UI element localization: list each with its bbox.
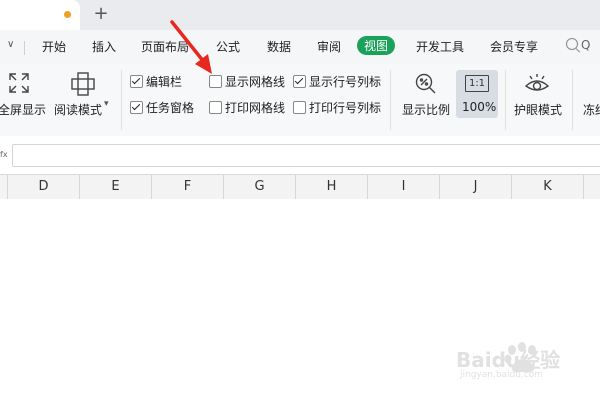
column-header-g[interactable]: G	[224, 175, 296, 199]
formula-bar: fx	[0, 136, 600, 174]
eye-protection-button[interactable]: 护眼模式	[514, 101, 562, 118]
column-header-f[interactable]: F	[152, 175, 224, 199]
show-headings-checkbox[interactable]	[293, 75, 306, 88]
formula-input[interactable]	[12, 144, 600, 167]
column-header-e[interactable]: E	[80, 175, 152, 199]
row-header-corner[interactable]	[0, 175, 8, 199]
zoom-ratio-icon[interactable]	[414, 72, 438, 96]
tab-member[interactable]: 会员专享	[490, 38, 538, 55]
unsaved-dot-icon	[64, 11, 71, 18]
tab-developer[interactable]: 开发工具	[416, 38, 464, 55]
print-gridlines-label: 打印网格线	[225, 101, 286, 115]
watermark-brand: Baidu经验	[456, 348, 561, 372]
column-header-l[interactable]	[584, 175, 600, 199]
ribbon-divider	[121, 70, 122, 130]
show-gridlines-label: 显示网格线	[225, 75, 286, 89]
reading-mode-icon[interactable]	[70, 71, 96, 97]
ribbon-toolbar: 全屏显示 阅读模式 ▾ 编辑栏 任务窗格 显示网格线 打印网格线 显示行号列标 …	[0, 64, 600, 137]
tab-review[interactable]: 审阅	[317, 38, 341, 55]
collapse-menu-icon[interactable]: ∨	[7, 39, 14, 50]
tab-formulas[interactable]: 公式	[216, 38, 240, 55]
column-header-d[interactable]: D	[8, 175, 80, 199]
menu-divider	[24, 41, 25, 55]
tab-view[interactable]: 视图	[357, 36, 396, 55]
zoom-100-icon: 1:1	[465, 75, 489, 92]
show-gridlines-checkbox[interactable]	[209, 75, 222, 88]
reading-mode-button[interactable]: 阅读模式	[54, 101, 102, 118]
ribbon-divider	[572, 70, 573, 130]
print-headings-checkbox[interactable]	[293, 101, 306, 114]
watermark-url: jingyan.baidu.com	[460, 370, 544, 380]
column-header-j[interactable]: J	[440, 175, 512, 199]
formula-bar-checkbox[interactable]	[130, 75, 143, 88]
task-pane-checkbox[interactable]	[130, 101, 143, 114]
zoom-100-button[interactable]: 1:1 100%	[456, 70, 498, 118]
search-icon[interactable]	[566, 38, 578, 50]
ribbon-divider	[505, 70, 506, 130]
column-header-i[interactable]: I	[368, 175, 440, 199]
tab-data[interactable]: 数据	[267, 38, 291, 55]
tab-insert[interactable]: 插入	[92, 38, 116, 55]
new-tab-button[interactable]: +	[90, 3, 112, 25]
freeze-panes-button[interactable]: 冻结	[583, 101, 600, 118]
formula-bar-label: 编辑栏	[146, 75, 183, 89]
baidu-watermark: Baidu经验 jingyan.baidu.com	[440, 330, 600, 390]
tab-home[interactable]: 开始	[42, 38, 66, 55]
show-headings-label: 显示行号列标	[309, 75, 382, 89]
eye-icon[interactable]	[524, 72, 550, 96]
reading-mode-dropdown-icon[interactable]: ▾	[104, 99, 109, 109]
column-header-k[interactable]: K	[512, 175, 584, 199]
ribbon-divider	[390, 70, 391, 130]
zoom-100-label: 100%	[462, 100, 497, 114]
column-header-row: D E F G H I J K	[0, 174, 600, 200]
tab-page-layout[interactable]: 页面布局	[141, 38, 189, 55]
menu-bar: ∨ 开始 插入 页面布局 公式 数据 审阅 视图 开发工具 会员专享 Q	[0, 30, 600, 64]
fullscreen-icon[interactable]	[8, 72, 30, 94]
document-tab[interactable]	[0, 0, 80, 30]
fullscreen-button[interactable]: 全屏显示	[0, 101, 46, 118]
formula-fx-label: fx	[0, 150, 8, 159]
title-bar: +	[0, 0, 600, 30]
column-header-h[interactable]: H	[296, 175, 368, 199]
task-pane-label: 任务窗格	[146, 101, 195, 115]
zoom-ratio-button[interactable]: 显示比例	[402, 101, 450, 118]
search-label[interactable]: Q	[581, 38, 590, 52]
print-headings-label: 打印行号列标	[309, 101, 382, 115]
print-gridlines-checkbox[interactable]	[209, 101, 222, 114]
